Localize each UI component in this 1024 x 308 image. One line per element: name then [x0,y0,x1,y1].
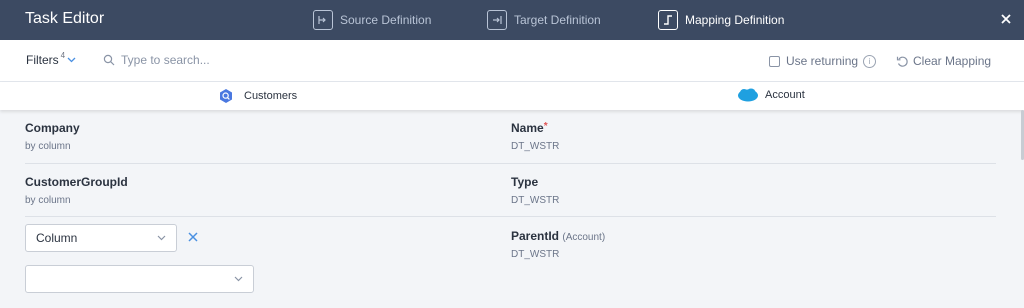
target-field-type: Type [511,175,539,189]
source-object-name: Customers [244,90,298,102]
clear-mapping-label: Clear Mapping [913,54,992,68]
target-object-name: Account [765,89,805,101]
search-input[interactable] [121,53,341,67]
target-field-name: Name* [511,121,548,135]
search-box [103,53,341,67]
required-marker: * [543,121,548,132]
target-object: Account [737,88,805,102]
chevron-down-icon [67,57,76,63]
source-definition-icon [313,10,333,30]
filter-bar: Filters 4 Use returning i Clear Mapping [0,40,1024,82]
target-field-name-label: Name [511,121,544,135]
app-title: Task Editor [25,10,105,27]
chevron-down-icon [157,235,166,241]
filters-count-badge: 4 [60,51,66,60]
use-returning-label: Use returning [786,54,859,68]
source-object: Customers [218,88,297,104]
search-icon [103,54,115,66]
mapping-type-value: Column [36,231,78,245]
mapping-type-select[interactable]: Column [25,224,177,252]
target-field-parentid-label: ParentId [511,229,560,243]
source-field-customergroupid: CustomerGroupId [25,175,128,189]
step-mapping-definition-label: Mapping Definition [685,13,785,27]
source-mode-customergroupid: by column [25,195,71,206]
target-type-name: DT_WSTR [511,141,560,152]
mapping-objects-bar: Customers Account [0,82,1024,110]
target-type-type: DT_WSTR [511,195,560,206]
row-divider [25,163,996,164]
close-icon[interactable] [187,231,199,243]
close-icon[interactable] [998,11,1014,27]
target-field-parentid: ParentId (Account) [511,229,605,243]
step-target-definition[interactable]: Target Definition [487,9,601,31]
source-field-company: Company [25,121,80,135]
step-source-definition-label: Source Definition [340,13,432,27]
filters-label: Filters [26,53,59,67]
target-field-context: (Account) [562,232,606,243]
clear-mapping-button[interactable]: Clear Mapping [896,54,991,68]
target-definition-icon [487,10,507,30]
use-returning-toggle[interactable]: Use returning i [769,54,877,68]
bigquery-icon [220,89,232,103]
mapping-definition-icon [658,10,678,30]
target-type-parentid: DT_WSTR [511,249,560,260]
title-bar: Task Editor Source Definition Target Def… [0,0,1024,40]
info-icon[interactable]: i [863,54,877,68]
row-divider [25,216,996,217]
step-target-definition-label: Target Definition [514,13,601,27]
chevron-down-icon [234,276,243,282]
source-column-select[interactable] [25,265,254,293]
step-source-definition[interactable]: Source Definition [313,9,431,31]
use-returning-checkbox[interactable] [769,55,780,67]
source-mode-company: by column [25,141,71,152]
step-mapping-definition[interactable]: Mapping Definition [658,9,784,31]
filters-dropdown[interactable]: Filters 4 [26,51,76,67]
undo-icon [896,56,908,67]
salesforce-icon [738,88,758,102]
mapping-list: Company by column Name* DT_WSTR Customer… [0,110,1024,308]
